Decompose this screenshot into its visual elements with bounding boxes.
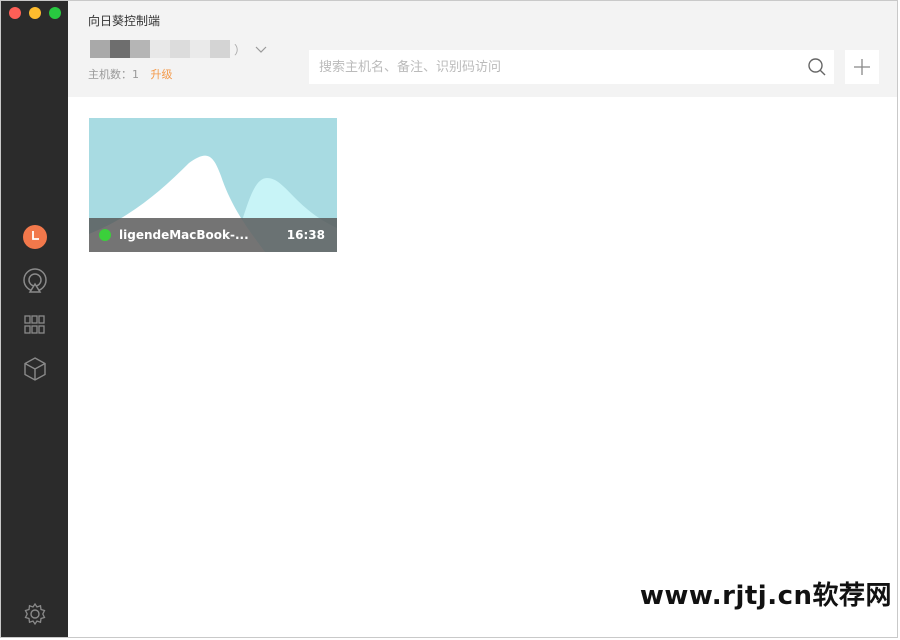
host-count: 主机数：1 升级 bbox=[88, 66, 173, 82]
host-card[interactable]: ligendeMacBook-... 16:38 bbox=[89, 118, 337, 252]
account-switcher[interactable]: ） bbox=[90, 40, 267, 58]
cube-icon bbox=[24, 357, 46, 381]
plus-icon bbox=[854, 59, 870, 75]
online-status-dot bbox=[99, 229, 111, 241]
sidebar-item-settings[interactable] bbox=[22, 601, 48, 627]
grid-icon bbox=[24, 315, 45, 334]
clock-icon bbox=[23, 225, 47, 249]
sidebar-item-recent[interactable] bbox=[22, 224, 48, 250]
upgrade-link[interactable]: 升级 bbox=[151, 68, 173, 81]
app-window: 向日葵控制端 ） 主机数：1 升级 搜索主机名、备注、识别码访问 ligende… bbox=[0, 0, 898, 638]
host-card-footer: ligendeMacBook-... 16:38 bbox=[89, 218, 337, 252]
add-host-button[interactable] bbox=[845, 50, 879, 84]
sidebar-item-remote[interactable] bbox=[22, 268, 48, 294]
maximize-window-button[interactable] bbox=[49, 7, 61, 19]
host-name: ligendeMacBook-... bbox=[119, 228, 249, 242]
search-input[interactable] bbox=[309, 50, 834, 84]
window-controls bbox=[9, 7, 61, 19]
top-bar: 向日葵控制端 ） 主机数：1 升级 bbox=[68, 1, 897, 97]
host-time: 16:38 bbox=[286, 228, 325, 242]
host-count-value: 1 bbox=[132, 68, 139, 81]
account-name-suffix: ） bbox=[234, 42, 248, 57]
sidebar-item-devices[interactable] bbox=[22, 356, 48, 382]
minimize-window-button[interactable] bbox=[29, 7, 41, 19]
window-title: 向日葵控制端 bbox=[88, 14, 161, 28]
host-count-label: 主机数： bbox=[88, 68, 132, 81]
gear-icon bbox=[24, 602, 46, 626]
site-watermark: www.rjtj.cn软荐网 bbox=[639, 581, 892, 611]
chevron-down-icon bbox=[255, 46, 267, 53]
sidebar bbox=[1, 1, 68, 637]
search-icon[interactable] bbox=[807, 57, 827, 77]
remote-desktop-icon bbox=[23, 268, 47, 293]
account-name-redacted bbox=[90, 40, 230, 58]
close-window-button[interactable] bbox=[9, 7, 21, 19]
sidebar-item-apps[interactable] bbox=[22, 312, 48, 338]
